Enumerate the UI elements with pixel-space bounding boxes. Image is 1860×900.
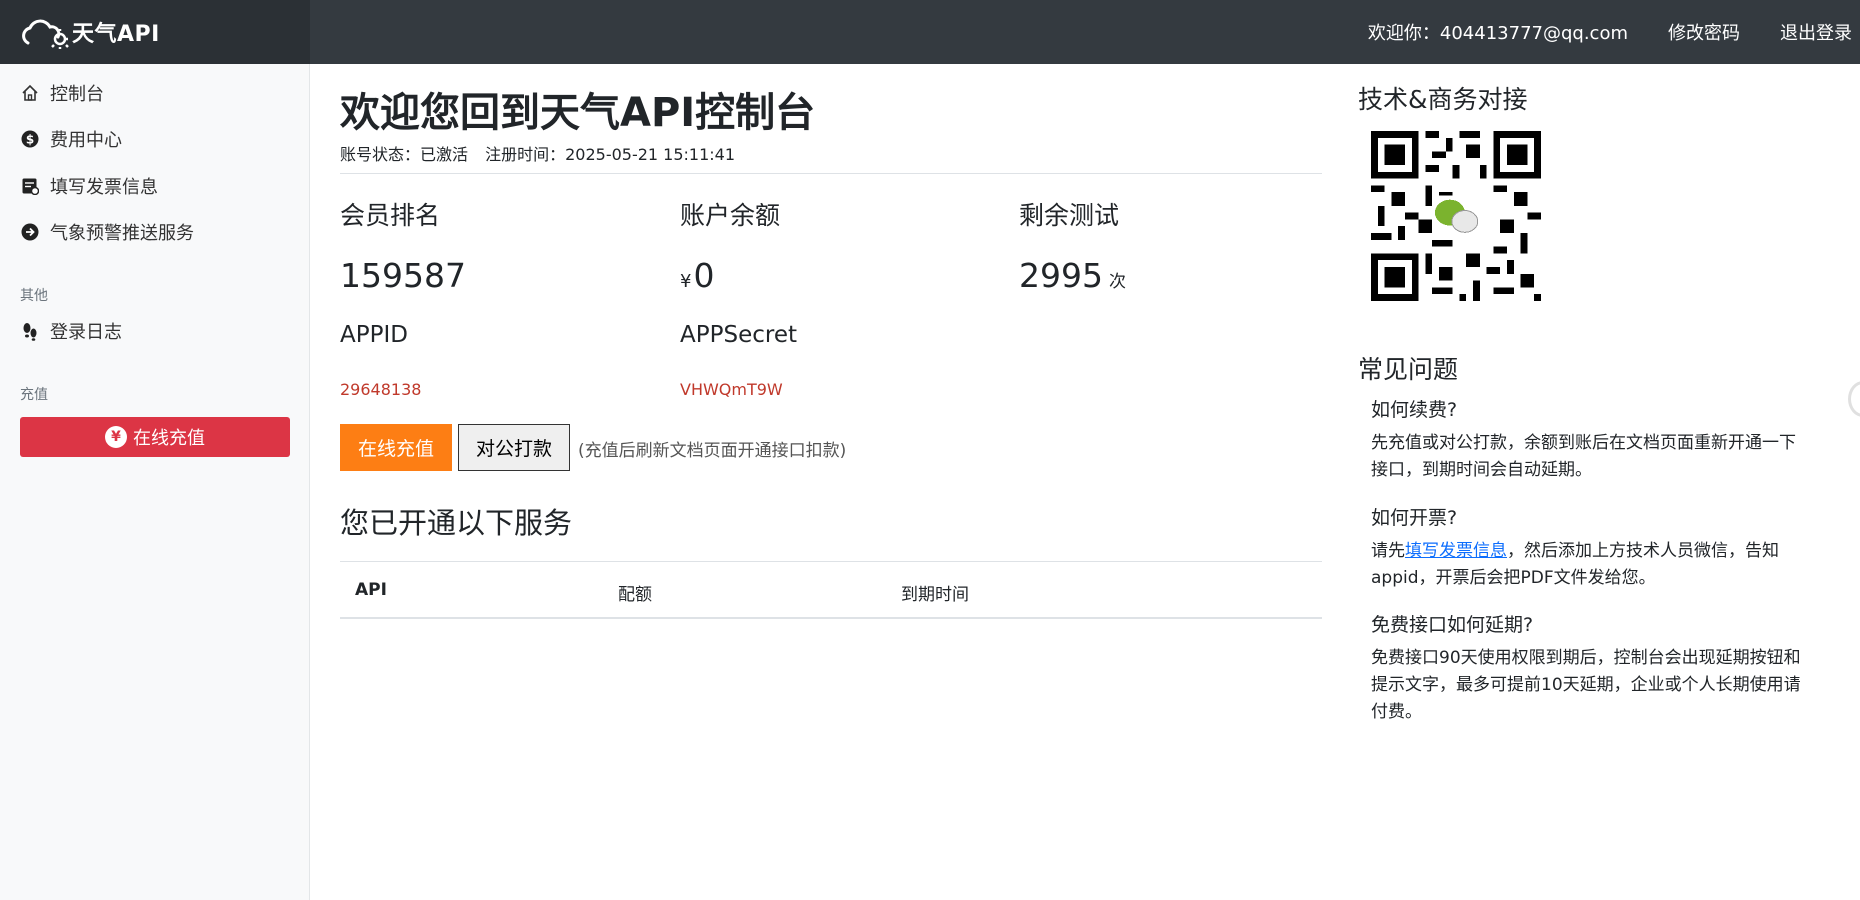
register-time: 注册时间：2025-05-21 15:11:41 [485, 145, 736, 164]
faq-answer-text: 请先 [1371, 541, 1405, 561]
faq-answer: 请先填写发票信息，然后添加上方技术人员微信，告知appid，开票后会把PDF文件… [1371, 538, 1811, 592]
logout-link[interactable]: 退出登录 [1780, 19, 1852, 45]
cloud-sun-icon [22, 19, 69, 49]
wechat-qr-code-icon [1371, 131, 1541, 301]
tests-value: 2995 次 [1019, 256, 1126, 295]
faq-question: 如何开票? [1371, 507, 1458, 529]
faq-answer: 先充值或对公打款，余额到账后在文档页面重新开通一下接口，到期时间会自动延期。 [1371, 433, 1796, 480]
sidebar-item-label: 填写发票信息 [50, 177, 158, 198]
recharge-note: (充值后刷新文档页面开通接口扣款) [578, 441, 847, 461]
sidebar-item-label: 控制台 [50, 84, 104, 105]
change-password-link[interactable]: 修改密码 [1668, 19, 1740, 45]
brand[interactable]: 天气API [0, 0, 310, 64]
recharge-label: 在线充值 [133, 428, 205, 449]
services-title: 您已开通以下服务 [340, 506, 573, 540]
invoice-info-link[interactable]: 填写发票信息 [1405, 541, 1507, 561]
appsecret-value[interactable]: VHWQmT9W [680, 380, 783, 399]
brand-name: 天气API [72, 22, 160, 47]
sidebar-item-weather-alert[interactable]: 气象预警推送服务 [20, 215, 194, 249]
welcome-user: 欢迎你：404413777@qq.com [1367, 23, 1628, 44]
dollar-circle-icon: $ [20, 129, 40, 149]
rank-value: 159587 [340, 256, 466, 295]
services-table: API 配额 到期时间 [340, 561, 1322, 619]
tests-count: 2995 [1019, 256, 1103, 295]
balance-value: ¥0 [680, 256, 714, 295]
faq-question: 免费接口如何延期? [1371, 614, 1534, 636]
currency-symbol: ¥ [680, 271, 692, 292]
bank-transfer-button[interactable]: 对公打款 [458, 424, 570, 471]
faq-title: 常见问题 [1358, 355, 1459, 384]
online-recharge-button[interactable]: 在线充值 [340, 424, 452, 471]
home-icon [20, 83, 40, 103]
tests-label: 剩余测试 [1019, 201, 1120, 230]
yen-icon: ¥ [105, 426, 127, 448]
appid-value[interactable]: 29648138 [340, 380, 421, 399]
svg-text:$: $ [26, 133, 34, 147]
arrow-circle-icon [20, 222, 40, 242]
sidebar-item-login-log[interactable]: 登录日志 [20, 314, 122, 348]
sidebar-item-label: 登录日志 [50, 322, 122, 343]
sidebar-item-billing[interactable]: $ 费用中心 [20, 122, 122, 156]
column-header-expiry: 到期时间 [901, 585, 969, 605]
sidebar-recharge-button[interactable]: ¥ 在线充值 [20, 417, 290, 457]
page-title: 欢迎您回到天气API控制台 [340, 90, 816, 136]
sidebar-heading-recharge: 充值 [20, 387, 48, 403]
floating-scroll-handle[interactable] [1848, 381, 1860, 417]
tests-unit: 次 [1108, 272, 1126, 292]
sidebar-item-invoice[interactable]: 填写发票信息 [20, 169, 158, 203]
appsecret-label: APPSecret [680, 322, 797, 348]
contact-title: 技术&商务对接 [1358, 85, 1528, 114]
top-navbar: 天气API 欢迎你：404413777@qq.com 修改密码 退出登录 [0, 0, 1860, 64]
balance-amount: 0 [693, 256, 715, 295]
divider [340, 173, 1322, 174]
rank-label: 会员排名 [340, 201, 441, 230]
column-header-api: API [355, 580, 387, 600]
sidebar: 控制台 $ 费用中心 填写发票信息 气象预警推送服务 其他 登录日志 充值 ¥ … [0, 64, 310, 900]
invoice-icon [20, 176, 40, 196]
footprints-icon [20, 321, 40, 341]
column-header-quota: 配额 [618, 585, 652, 605]
balance-label: 账户余额 [680, 201, 781, 230]
account-info: 账号状态：已激活 注册时间：2025-05-21 15:11:41 [340, 141, 747, 165]
sidebar-heading-other: 其他 [20, 288, 48, 304]
faq-answer: 免费接口90天使用权限到期后，控制台会出现延期按钮和提示文字，最多可提前10天延… [1371, 648, 1801, 722]
sidebar-item-label: 气象预警推送服务 [50, 223, 194, 244]
sidebar-item-label: 费用中心 [50, 130, 122, 151]
sidebar-item-console[interactable]: 控制台 [20, 76, 104, 110]
appid-label: APPID [340, 322, 408, 348]
faq-question: 如何续费? [1371, 399, 1458, 421]
account-status: 账号状态：已激活 [340, 145, 469, 164]
